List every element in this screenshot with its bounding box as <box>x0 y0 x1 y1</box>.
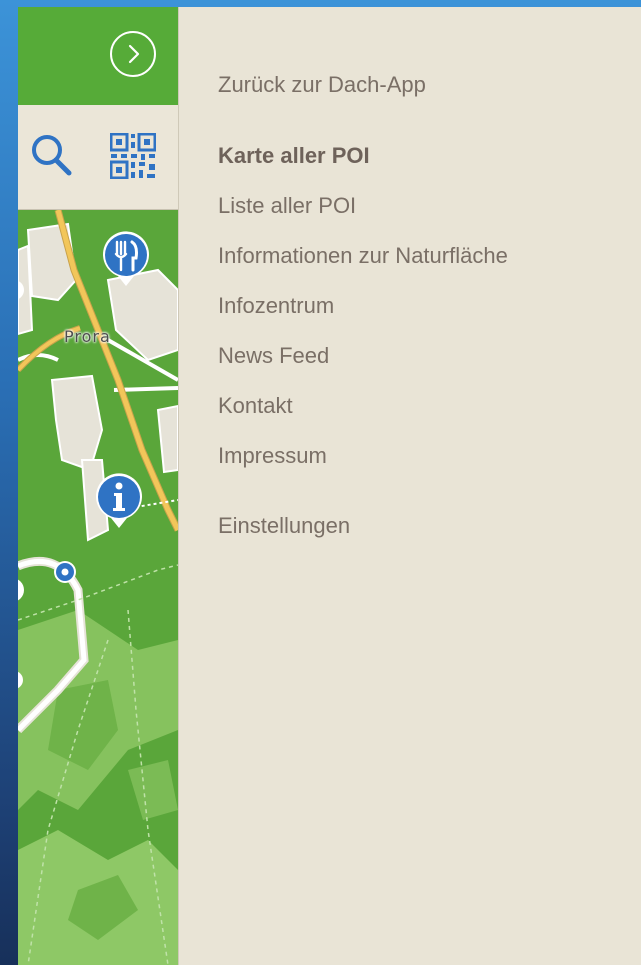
map-panel: Prora <box>18 7 179 965</box>
side-menu: Zurück zur Dach-App Karte aller POI List… <box>218 7 638 965</box>
map-view[interactable]: Prora <box>18 210 178 965</box>
map-canvas <box>18 210 178 965</box>
menu-item-nature-info[interactable]: Informationen zur Naturfläche <box>218 243 508 269</box>
close-menu-button[interactable] <box>110 31 156 77</box>
info-icon <box>96 473 142 528</box>
menu-item-settings[interactable]: Einstellungen <box>218 513 350 539</box>
menu-item-map[interactable]: Karte aller POI <box>218 143 370 169</box>
menu-item-list[interactable]: Liste aller POI <box>218 193 356 219</box>
qr-code-icon <box>109 132 157 180</box>
map-header <box>18 7 178 105</box>
menu-item-info-center[interactable]: Infozentrum <box>218 293 334 319</box>
qr-scan-button[interactable] <box>109 132 157 180</box>
menu-item-news-feed[interactable]: News Feed <box>218 343 329 369</box>
menu-item-back[interactable]: Zurück zur Dach-App <box>218 72 426 98</box>
search-icon <box>32 135 72 176</box>
menu-item-imprint[interactable]: Impressum <box>218 443 327 469</box>
dot-icon <box>54 561 76 583</box>
map-toolbar <box>18 105 178 210</box>
menu-item-contact[interactable]: Kontakt <box>218 393 293 419</box>
search-button[interactable] <box>29 132 75 178</box>
fork-knife-icon <box>103 231 149 286</box>
app-window: Prora Zurück zur Dach-App Karte aller PO… <box>18 7 641 965</box>
place-label: Prora <box>64 327 111 346</box>
chevron-right-icon <box>128 44 140 64</box>
